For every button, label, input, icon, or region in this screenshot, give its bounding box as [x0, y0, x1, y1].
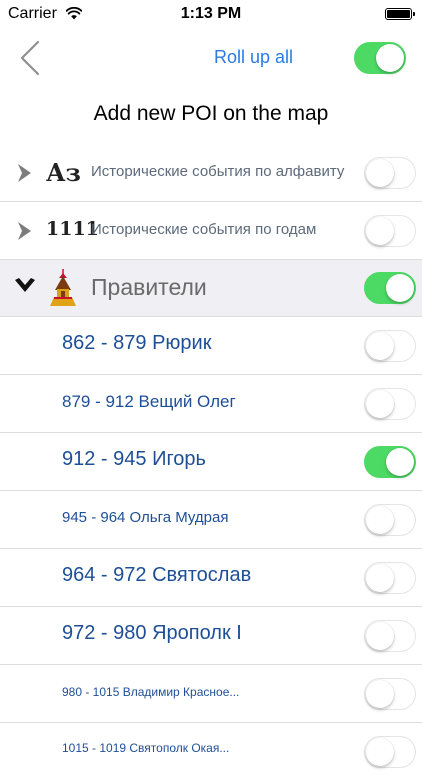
ruler-row[interactable]: 980 - 1015 Владимир Красное... [0, 665, 422, 723]
roll-up-all-button[interactable]: Roll up all [214, 47, 293, 68]
toggle-knob [365, 389, 394, 418]
ruler-row[interactable]: 862 - 879 Рюрик [0, 317, 422, 375]
group-toggle[interactable] [364, 272, 416, 304]
status-bar: Carrier 1:13 PM [0, 0, 422, 30]
ruler-label: 879 - 912 Вещий Олег [62, 392, 236, 411]
ruler-toggle[interactable] [364, 388, 416, 420]
toggle-knob [365, 679, 394, 708]
group-label: Правители [91, 274, 207, 300]
chevron-right-icon[interactable] [16, 221, 32, 241]
ruler-row[interactable]: 945 - 964 Ольга Мудрая [0, 491, 422, 549]
toggle-knob [386, 273, 414, 302]
ruler-row[interactable]: 972 - 980 Ярополк I [0, 607, 422, 665]
status-time: 1:13 PM [180, 5, 242, 22]
toggle-knob [365, 216, 394, 245]
toggle-knob [365, 331, 394, 360]
ruler-toggle[interactable] [364, 446, 416, 478]
ruler-label: 980 - 1015 Владимир Красное... [62, 685, 240, 699]
ruler-toggle[interactable] [364, 504, 416, 536]
toggle-knob [365, 505, 394, 534]
master-toggle[interactable] [354, 42, 406, 74]
page-title: Add new POI on the map [93, 102, 329, 125]
ruler-row[interactable]: 912 - 945 Игорь [0, 433, 422, 491]
ruler-label: 862 - 879 Рюрик [62, 332, 212, 354]
group-row-alphabet[interactable]: Аз Исторические события по алфавиту [0, 144, 422, 202]
ruler-label: 972 - 980 Ярополк I [62, 622, 242, 644]
toggle-knob [365, 737, 394, 766]
group-label: Исторические события по годам [91, 221, 317, 238]
group-row-years[interactable]: 1111 Исторические события по годам [0, 202, 422, 260]
ruler-toggle[interactable] [364, 678, 416, 710]
ruler-label: 1015 - 1019 Святополк Окая... [62, 741, 230, 755]
alphabet-icon: Аз [46, 158, 81, 187]
toggle-knob [365, 563, 394, 592]
group-toggle[interactable] [364, 157, 416, 189]
back-chevron-icon[interactable] [18, 40, 42, 76]
kremlin-tower-icon [50, 269, 76, 306]
ruler-toggle[interactable] [364, 562, 416, 594]
chevron-right-icon[interactable] [16, 163, 32, 183]
ruler-label: 964 - 972 Святослав [62, 564, 252, 586]
ruler-row[interactable]: 879 - 912 Вещий Олег [0, 375, 422, 433]
ruler-label: 945 - 964 Ольга Мудрая [62, 509, 229, 526]
ruler-toggle[interactable] [364, 330, 416, 362]
battery-icon [385, 8, 415, 20]
group-row-rulers[interactable]: Правители [0, 260, 422, 317]
group-label: Исторические события по алфавиту [91, 163, 345, 180]
chevron-down-icon[interactable] [14, 277, 36, 295]
ruler-toggle[interactable] [364, 620, 416, 652]
group-toggle[interactable] [364, 215, 416, 247]
ruler-row[interactable]: 1015 - 1019 Святополк Окая... [0, 723, 422, 781]
toggle-knob [376, 43, 404, 72]
toggle-knob [365, 158, 394, 187]
ruler-row[interactable]: 964 - 972 Святослав [0, 549, 422, 607]
ruler-toggle[interactable] [364, 736, 416, 768]
ruler-label: 912 - 945 Игорь [62, 448, 206, 470]
toggle-knob [386, 447, 414, 476]
toggle-knob [365, 621, 394, 650]
